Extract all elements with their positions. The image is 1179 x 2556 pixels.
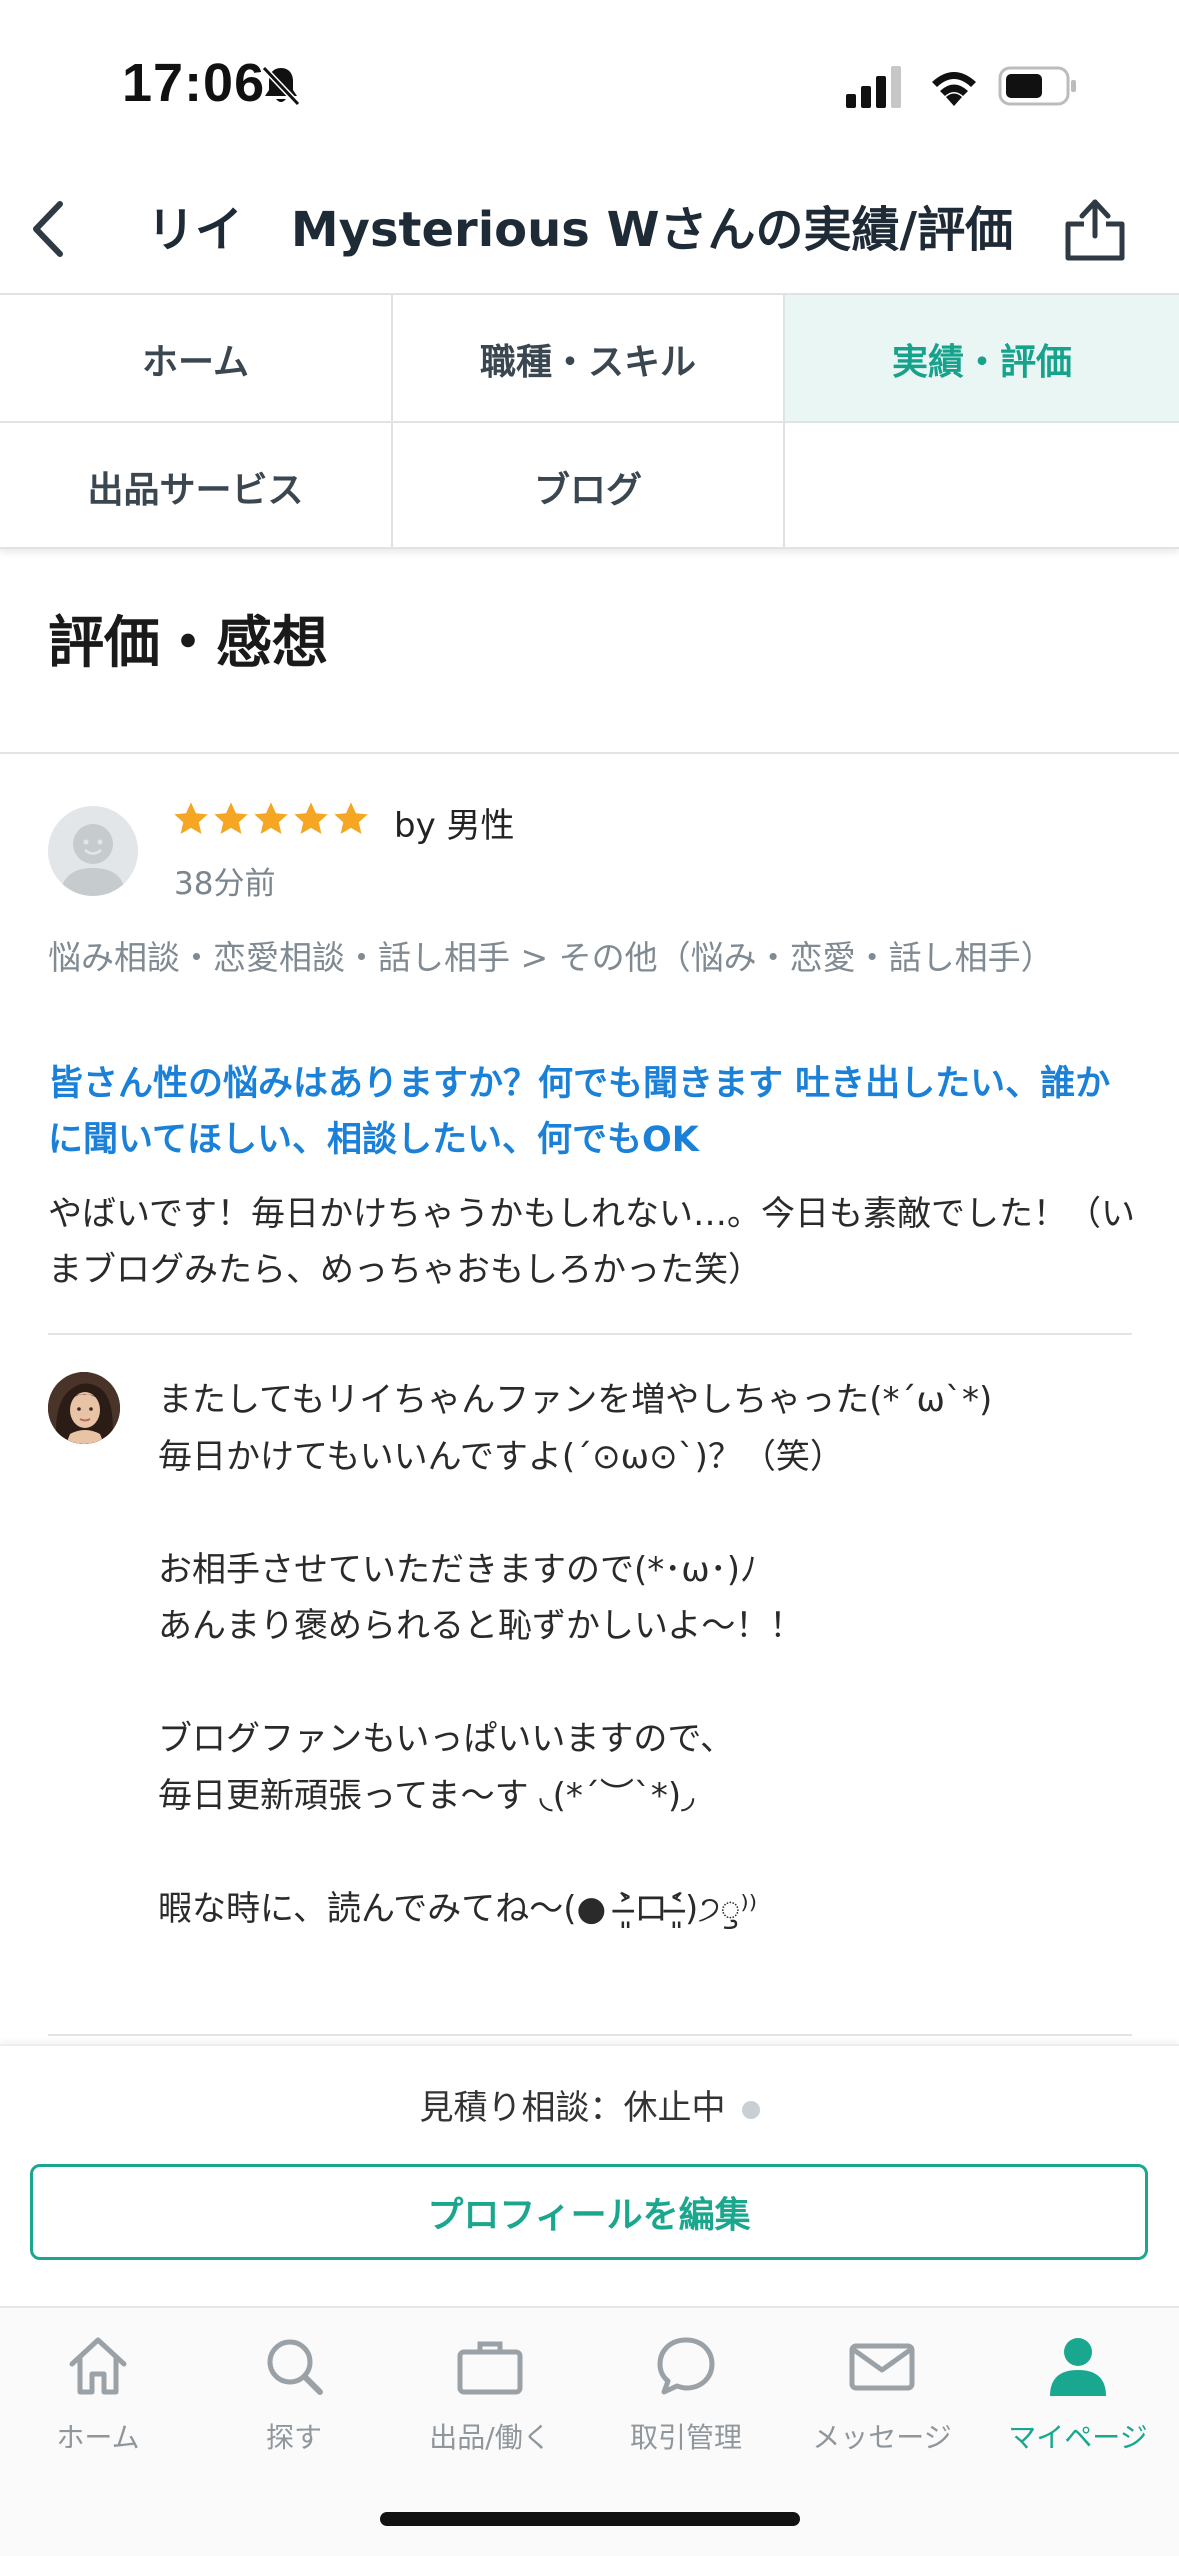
back-chevron-icon[interactable] <box>22 196 78 262</box>
review-category: 悩み相談・恋愛相談・話し相手 > その他（悩み・恋愛・話し相手） <box>48 938 1054 977</box>
chat-bubble-icon <box>657 2337 715 2395</box>
reply-line: またしてもリイちゃんファンを増やしちゃった(*´ω`*) <box>158 1380 993 1420</box>
reply-line: 毎日更新頑張ってま〜す ︎◟(*´︶`*)◞ <box>158 1775 695 1816</box>
tab-services-label: 出品サービス <box>87 470 304 511</box>
home-icon <box>69 2337 127 2395</box>
reply-line: 毎日かけてもいいんですよ(´⊙ω⊙`)？（笑） <box>158 1436 844 1477</box>
tabbar-sell-label: 出品/働く <box>429 2421 551 2454</box>
tabbar-sell[interactable]: 出品/働く <box>392 2320 588 2460</box>
star-icon <box>254 802 288 835</box>
divider <box>48 2034 1132 2036</box>
edit-profile-label: プロフィールを編集 <box>427 2195 751 2236</box>
star-icon <box>294 802 328 835</box>
tab-blog[interactable]: ブログ <box>393 423 783 551</box>
tab-home-label: ホーム <box>142 342 249 383</box>
mail-icon <box>849 2343 915 2391</box>
section-title: 評価・感想 <box>48 611 328 676</box>
reply-line: あんまり褒められると恥ずかしいよ〜！！ <box>158 1606 804 1646</box>
review-timestamp: 38分前 <box>174 866 276 902</box>
tabbar-home[interactable]: ホーム <box>0 2320 196 2460</box>
tab-services[interactable]: 出品サービス <box>0 423 391 551</box>
seller-photo <box>48 1372 120 1444</box>
tab-achievements-label: 実績・評価 <box>891 342 1072 383</box>
edit-profile-button[interactable]: プロフィールを編集 <box>30 2164 1148 2260</box>
status-dot-icon <box>741 2100 760 2119</box>
divider <box>0 752 1179 754</box>
tabbar-transactions[interactable]: 取引管理 <box>588 2320 784 2460</box>
person-icon <box>1050 2338 1106 2396</box>
tab-achievements[interactable]: 実績・評価 <box>785 295 1179 423</box>
service-title-link[interactable]: 皆さん性の悩みはありますか？何でも聞きます 吐き出したい、誰かに聞いてほしい、相… <box>48 1056 1138 1168</box>
wifi-icon <box>932 72 976 106</box>
status-time: 17:06 <box>122 53 266 113</box>
reply-line: ブログファンもいっぱいいますので、 <box>158 1719 734 1759</box>
page-title: リイ Mysterious Wさんの実績/評価 <box>146 202 1014 258</box>
reviewer-avatar <box>48 806 138 896</box>
signal-icon <box>846 66 901 108</box>
tabbar-search[interactable]: 探す <box>196 2320 392 2460</box>
home-indicator <box>380 2512 800 2526</box>
profile-tabs: ホーム 職種・スキル 実績・評価 出品サービス ブログ <box>0 293 1179 549</box>
tabbar-mypage-label: マイページ <box>1008 2421 1148 2454</box>
divider <box>48 1333 1132 1335</box>
tab-skills[interactable]: 職種・スキル <box>393 295 783 423</box>
reply-line <box>158 1485 1138 1542</box>
star-icon <box>214 802 248 835</box>
reply-line: 暇な時に、読んでみてね〜(● ˃̶͈̀ロ˂̶͈́)੭ꠥ⁾⁾ <box>158 1888 758 1929</box>
reviewer-gender: by 男性 <box>394 806 515 846</box>
default-user-icon <box>60 824 126 896</box>
search-icon <box>267 2339 323 2395</box>
reply-line <box>158 1655 1138 1712</box>
tabbar-messages[interactable]: メッセージ <box>784 2320 980 2460</box>
tab-blog-label: ブログ <box>533 470 642 511</box>
review-body: やばいです！毎日かけちゃうかもしれない…。今日も素敵でした！（いまブログみたら、… <box>48 1194 1135 1290</box>
status-bar: 17:06 <box>0 0 1179 170</box>
tabbar-mypage[interactable]: マイページ <box>980 2320 1176 2460</box>
star-icon <box>174 802 208 835</box>
seller-reply: またしてもリイちゃんファンを増やしちゃった(*´ω`*) 毎日かけてもいいんです… <box>158 1372 1138 1937</box>
reply-line: お相手させていただきますので(*･ω･)ﾉ <box>158 1549 757 1590</box>
tabbar-home-label: ホーム <box>56 2421 140 2454</box>
tab-home[interactable]: ホーム <box>0 295 391 423</box>
reply-line <box>158 1824 1138 1881</box>
tab-divider <box>0 421 1179 423</box>
share-icon[interactable] <box>1060 196 1130 262</box>
briefcase-icon <box>457 2341 523 2395</box>
tabbar-messages-label: メッセージ <box>812 2421 952 2454</box>
tabbar-transactions-label: 取引管理 <box>629 2421 742 2454</box>
tabbar-search-label: 探す <box>265 2421 322 2454</box>
battery-icon <box>998 66 1076 106</box>
star-icon <box>334 802 368 835</box>
seller-avatar <box>48 1372 120 1444</box>
rating-stars <box>172 800 370 846</box>
tab-skills-label: 職種・スキル <box>479 342 696 383</box>
estimate-status: 見積り相談：休止中 <box>0 2080 1179 2129</box>
bell-off-icon <box>261 65 301 107</box>
estimate-label: 見積り相談：休止中 <box>419 2088 726 2128</box>
